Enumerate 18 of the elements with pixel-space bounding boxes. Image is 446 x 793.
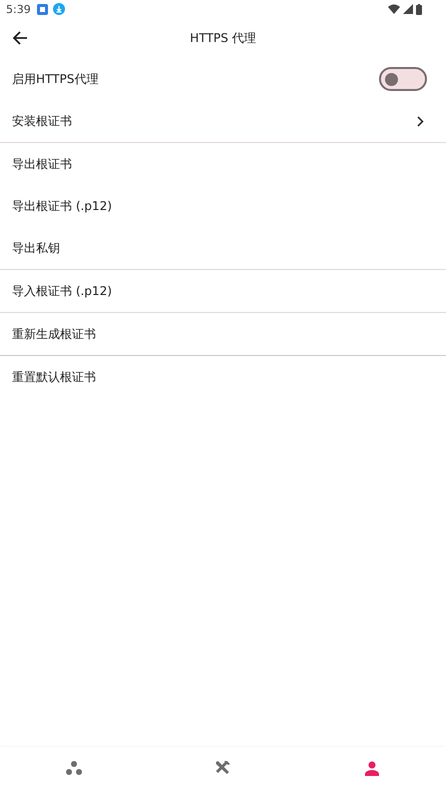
settings-item[interactable]: 重置默认根证书: [0, 356, 446, 398]
download-icon: [52, 3, 65, 15]
settings-item[interactable]: 导出私钥: [0, 227, 446, 269]
app-notification-icon: [36, 4, 48, 14]
settings-item[interactable]: 安装根证书: [0, 100, 446, 142]
back-arrow-icon: [12, 30, 28, 46]
signal-icon: [403, 4, 413, 14]
settings-item[interactable]: 重新生成根证书: [0, 313, 446, 355]
chevron-right-icon: [417, 116, 424, 126]
settings-item[interactable]: 导出根证书: [0, 143, 446, 185]
toggle-switch[interactable]: [379, 67, 427, 91]
status-time: 5:39: [6, 2, 31, 16]
screen-title: HTTPS 代理: [188, 30, 258, 46]
wifi-icon: [388, 4, 400, 14]
battery-icon: [416, 4, 422, 14]
settings-item[interactable]: 导入根证书 (.p12): [0, 270, 446, 312]
settings-item[interactable]: 导出根证书 (.p12): [0, 185, 446, 227]
settings-item[interactable]: 启用HTTPS代理: [0, 58, 446, 100]
